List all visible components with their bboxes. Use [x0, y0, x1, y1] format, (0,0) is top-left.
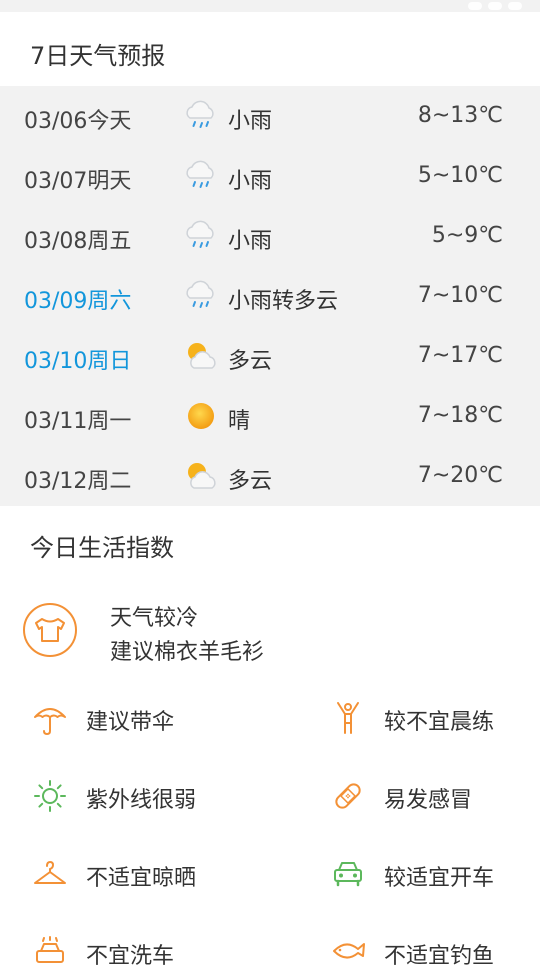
forecast-date: 03/09周六	[24, 289, 132, 314]
forecast-temp: 7~10℃	[417, 283, 503, 308]
index-umbrella[interactable]: 建议带伞	[32, 698, 292, 738]
forecast-list: 03/06今天 小雨 8~13℃ 03/07明天 小雨 5~10℃ 03/08周…	[0, 86, 540, 506]
index-label: 不适宜晾晒	[86, 866, 197, 891]
forecast-temp: 8~13℃	[417, 103, 503, 128]
clothing-index[interactable]: 天气较冷 建议棉衣羊毛衫	[22, 600, 532, 670]
index-drying[interactable]: 不适宜晾晒	[32, 854, 292, 894]
index-label: 紫外线很弱	[86, 788, 197, 813]
umbrella-icon	[34, 708, 66, 736]
light-rain-icon	[186, 220, 214, 248]
forecast-condition: 小雨	[228, 109, 273, 134]
index-driving[interactable]: 较适宜开车	[330, 854, 540, 894]
forecast-date: 03/06今天	[24, 109, 132, 134]
forecast-row[interactable]: 03/11周一 晴 7~18℃	[0, 386, 540, 446]
light-rain-icon	[186, 100, 214, 128]
clothing-icon	[23, 603, 77, 657]
forecast-date: 03/12周二	[24, 469, 132, 494]
index-label: 易发感冒	[384, 788, 473, 813]
exercise-icon	[337, 702, 359, 734]
index-label: 不适宜钓鱼	[384, 944, 495, 969]
index-label: 不宜洗车	[86, 944, 175, 969]
forecast-date: 03/10周日	[24, 349, 132, 374]
car-icon	[334, 862, 362, 887]
forecast-date: 03/11周一	[24, 409, 132, 434]
forecast-temp: 7~17℃	[417, 343, 503, 368]
forecast-date: 03/07明天	[24, 169, 132, 194]
index-exercise[interactable]: 较不宜晨练	[330, 698, 540, 738]
forecast-condition: 多云	[228, 469, 273, 494]
life-index-title: 今日生活指数	[30, 534, 174, 562]
forecast-header: 7日天气预报	[0, 12, 540, 86]
uv-sun-icon	[34, 780, 66, 812]
forecast-title: 7日天气预报	[30, 42, 166, 70]
forecast-row[interactable]: 03/09周六 小雨转多云 7~10℃	[0, 266, 540, 326]
forecast-temp: 7~20℃	[417, 463, 503, 488]
index-car-wash[interactable]: 不宜洗车	[32, 932, 292, 972]
index-label: 较适宜开车	[384, 866, 495, 891]
forecast-temp: 7~18℃	[417, 403, 503, 428]
hanger-icon	[34, 861, 66, 884]
fishing-icon	[333, 943, 365, 959]
status-bar	[0, 0, 540, 12]
forecast-condition: 小雨	[228, 169, 273, 194]
index-fishing[interactable]: 不适宜钓鱼	[330, 932, 540, 972]
partly-cloudy-icon	[188, 343, 216, 369]
forecast-condition: 小雨	[228, 229, 273, 254]
forecast-row[interactable]: 03/12周二 多云 7~20℃	[0, 446, 540, 506]
bandage-icon	[335, 783, 361, 809]
forecast-condition: 晴	[228, 409, 251, 434]
forecast-row[interactable]: 03/10周日 多云 7~17℃	[0, 326, 540, 386]
forecast-condition: 多云	[228, 349, 273, 374]
status-icons	[468, 2, 522, 10]
index-label: 建议带伞	[86, 710, 175, 735]
car-wash-icon	[36, 936, 64, 963]
clothing-summary: 天气较冷	[110, 606, 199, 631]
forecast-row[interactable]: 03/08周五 小雨 5~9℃	[0, 206, 540, 266]
sunny-icon	[188, 403, 214, 429]
forecast-condition: 小雨转多云	[228, 289, 339, 314]
index-label: 较不宜晨练	[384, 710, 495, 735]
forecast-temp: 5~9℃	[431, 223, 503, 248]
forecast-row[interactable]: 03/07明天 小雨 5~10℃	[0, 146, 540, 206]
index-uv[interactable]: 紫外线很弱	[32, 776, 292, 816]
index-cold[interactable]: 易发感冒	[330, 776, 540, 816]
partly-cloudy-icon	[188, 463, 216, 489]
forecast-temp: 5~10℃	[417, 163, 503, 188]
light-rain-icon	[186, 280, 214, 308]
forecast-date: 03/08周五	[24, 229, 132, 254]
light-rain-icon	[186, 160, 214, 188]
clothing-advice: 建议棉衣羊毛衫	[110, 640, 265, 665]
forecast-row[interactable]: 03/06今天 小雨 8~13℃	[0, 86, 540, 146]
